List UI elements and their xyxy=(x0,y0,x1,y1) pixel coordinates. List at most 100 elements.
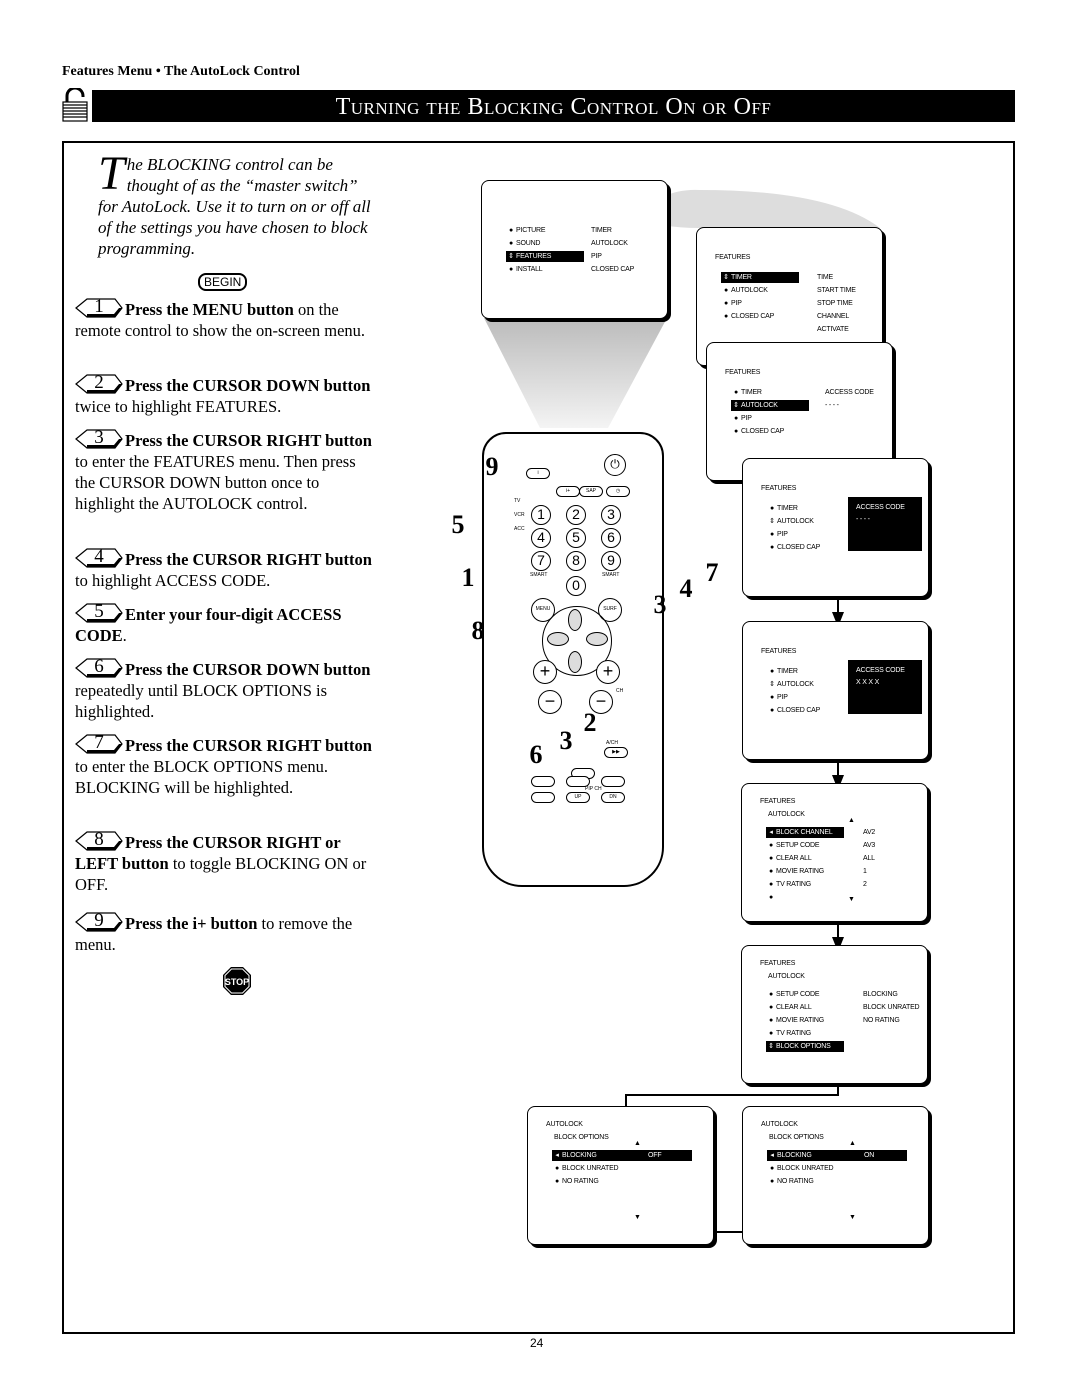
label-smart_right: SMART xyxy=(602,572,620,578)
osd-screen-6: FEATURES AUTOLOCK ◂ BLOCK CHANNEL ● SETUP COD… xyxy=(741,783,928,922)
number-key-7[interactable]: 7 xyxy=(531,551,551,571)
menu-item[interactable]: ● CLOSED CAP xyxy=(731,426,784,437)
menu-item[interactable]: ● PICTURE xyxy=(506,225,546,236)
menu-item[interactable]: ⇕ AUTOLOCK xyxy=(767,679,814,690)
step-badge-1: 1 xyxy=(461,563,475,592)
sleep-button[interactable]: ◷ xyxy=(606,486,630,497)
screen-header: FEATURES xyxy=(760,960,796,967)
bullet-marker-icon: ● xyxy=(769,1165,775,1172)
bullet-marker-icon: ● xyxy=(733,389,739,396)
number-key-4[interactable]: 4 xyxy=(531,528,551,548)
bullet-marker-icon: ● xyxy=(768,1017,774,1024)
menu-item[interactable]: ● TIMER xyxy=(767,503,798,514)
sap-button[interactable]: SAP xyxy=(579,486,603,497)
menu-item[interactable]: ● BLOCK UNRATED xyxy=(767,1163,834,1174)
menu-item[interactable]: ● CLEAR ALL xyxy=(766,853,812,864)
number-key-6[interactable]: 6 xyxy=(601,528,621,548)
menu-item[interactable]: ● CLOSED CAP xyxy=(767,542,820,553)
menu-item[interactable]: ● PIP xyxy=(767,529,788,540)
bullet-marker-icon: ● xyxy=(769,505,775,512)
number-key-0[interactable]: 0 xyxy=(566,576,586,596)
step-badge-8: 8 xyxy=(471,616,485,645)
menu-item[interactable]: ● AUTOLOCK xyxy=(721,285,768,296)
bullet-marker-icon: ● xyxy=(769,531,775,538)
bullet-marker-icon: ● xyxy=(769,1178,775,1185)
menu-value: STOP TIME xyxy=(817,300,853,307)
menu-item[interactable]: ● NO RATING xyxy=(767,1176,814,1187)
arc-shadow xyxy=(640,189,880,228)
menu-value: BLOCK UNRATED xyxy=(863,1004,920,1011)
menu-value: ON xyxy=(864,1152,875,1159)
menu-item[interactable]: ● TIMER xyxy=(767,666,798,677)
menu-item[interactable]: ● SETUP CODE xyxy=(766,840,820,851)
step-badge-5: 5 xyxy=(451,510,465,539)
menu-item[interactable]: ● BLOCK UNRATED xyxy=(552,1163,619,1174)
menu-item[interactable]: ● TIMER xyxy=(731,387,762,398)
menu-item[interactable]: ● CLOSED CAP xyxy=(721,311,774,322)
info-button[interactable]: i xyxy=(526,468,550,479)
cursor-down-button[interactable] xyxy=(568,651,582,673)
pip-position-button[interactable] xyxy=(601,776,625,787)
cursor-right-button[interactable] xyxy=(586,632,608,646)
screen-header: FEATURES xyxy=(715,254,751,261)
fast-forward-button[interactable]: ▶▶ xyxy=(604,747,628,758)
number-key-9[interactable]: 9 xyxy=(601,551,621,571)
page-number: 24 xyxy=(530,1336,544,1350)
number-key-8[interactable]: 8 xyxy=(566,551,586,571)
volume-down-button[interactable]: − xyxy=(538,690,562,714)
menu-item[interactable]: ● TV RATING xyxy=(766,1028,811,1039)
i-plus-button[interactable]: i+ xyxy=(556,486,580,497)
menu-value: START TIME xyxy=(817,287,856,294)
menu-item[interactable]: ● PIP xyxy=(731,413,752,424)
number-key-1[interactable]: 1 xyxy=(531,505,551,525)
volume-up-button[interactable]: + xyxy=(533,660,557,684)
bullet-marker-icon: ● xyxy=(733,428,739,435)
menu-item[interactable]: ● PIP xyxy=(767,692,788,703)
cursor-left-button[interactable] xyxy=(547,632,569,646)
power-button[interactable]: ⏻ xyxy=(604,454,626,476)
pip-size-button[interactable] xyxy=(531,792,555,803)
menu-item[interactable]: ⇕ BLOCK OPTIONS xyxy=(766,1041,844,1052)
pip-ch-down-button[interactable]: DN xyxy=(601,792,625,803)
label-ch: CH xyxy=(616,688,624,694)
menu-item[interactable]: ● MOVIE RATING xyxy=(766,866,824,877)
updown-marker-icon: ⇕ xyxy=(768,1043,774,1050)
menu-value: CHANNEL xyxy=(817,313,850,320)
menu-item[interactable]: ● TV RATING xyxy=(766,879,811,890)
menu-item[interactable]: ● PIP xyxy=(721,298,742,309)
menu-item[interactable]: ● INSTALL xyxy=(506,264,543,275)
bullet-marker-icon: ● xyxy=(508,227,514,234)
bullet-marker-icon: ● xyxy=(768,991,774,998)
channel-up-button[interactable]: + xyxy=(596,660,620,684)
pip-ch-up-button[interactable]: UP xyxy=(566,792,590,803)
menu-item[interactable]: ◂ BLOCKING xyxy=(767,1150,907,1161)
screen-header: FEATURES xyxy=(761,485,797,492)
menu-value: BLOCKING xyxy=(863,991,898,998)
menu-value: 1 xyxy=(863,868,867,875)
menu-item[interactable]: ● CLEAR ALL xyxy=(766,1002,812,1013)
menu-item[interactable]: ● SOUND xyxy=(506,238,540,249)
menu-item[interactable]: ⇕ TIMER xyxy=(721,272,799,283)
screen-subheader: AUTOLOCK xyxy=(768,811,805,818)
number-key-5[interactable]: 5 xyxy=(566,528,586,548)
bullet-marker-icon: ● xyxy=(723,313,729,320)
menu-item[interactable]: ◂ BLOCK CHANNEL xyxy=(766,827,844,838)
number-key-2[interactable]: 2 xyxy=(566,505,586,525)
menu-item[interactable]: ● xyxy=(766,892,776,903)
bullet-marker-icon: ● xyxy=(768,1030,774,1037)
pip-button[interactable] xyxy=(531,776,555,787)
bullet-marker-icon: ● xyxy=(723,287,729,294)
number-key-3[interactable]: 3 xyxy=(601,505,621,525)
menu-item[interactable]: ⇕ AUTOLOCK xyxy=(767,516,814,527)
menu-item[interactable]: ● NO RATING xyxy=(552,1176,599,1187)
menu-item[interactable]: ● MOVIE RATING xyxy=(766,1015,824,1026)
menu-item[interactable]: ⇕ AUTOLOCK xyxy=(731,400,809,411)
menu-item[interactable]: ● CLOSED CAP xyxy=(767,705,820,716)
menu-item[interactable]: ⇕ FEATURES xyxy=(506,251,584,262)
menu-item[interactable]: ● SETUP CODE xyxy=(766,989,820,1000)
menu-item[interactable]: ◂ BLOCKING xyxy=(552,1150,692,1161)
scroll-down-icon: ▼ xyxy=(849,1214,856,1221)
screen-subheader: AUTOLOCK xyxy=(768,973,805,980)
pip-freeze-button[interactable] xyxy=(566,776,590,787)
cursor-up-button[interactable] xyxy=(568,609,582,631)
